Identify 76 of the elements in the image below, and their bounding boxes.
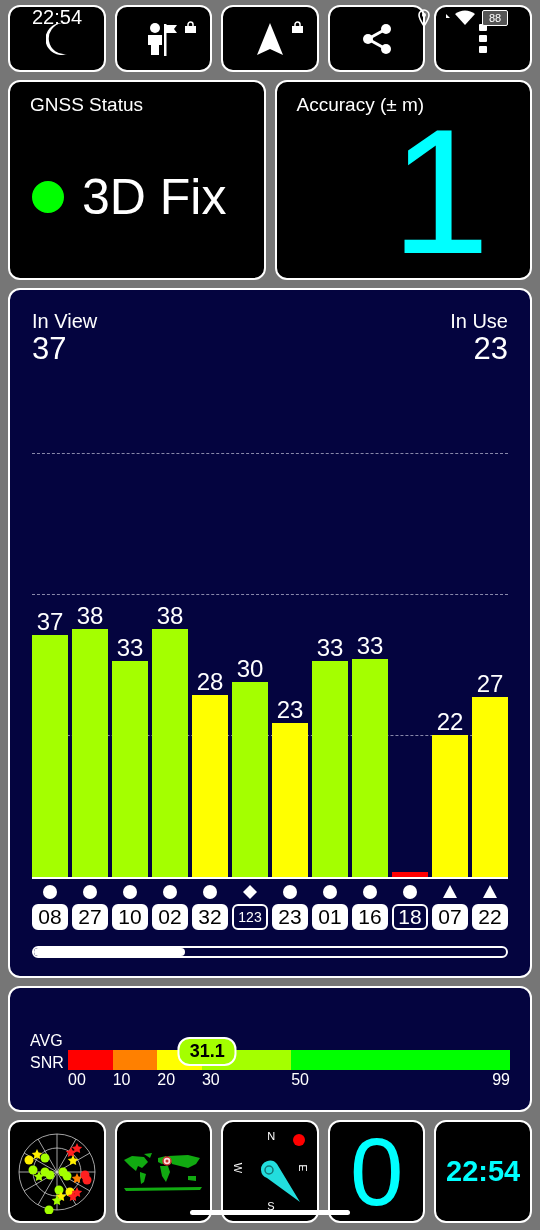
satellite-number: 123 — [232, 904, 268, 930]
bar-value: 38 — [76, 603, 104, 629]
snr-label: SNR — [30, 1053, 64, 1073]
satellite-number: 22 — [472, 904, 508, 930]
share-icon — [360, 22, 393, 55]
scale-tick: 50 — [291, 1070, 309, 1090]
triangle-icon — [443, 885, 457, 898]
fix-status: 3D Fix — [82, 168, 227, 226]
bar-value: 38 — [156, 603, 184, 629]
scale-tick: 20 — [157, 1070, 176, 1090]
toolbar-button[interactable] — [221, 5, 319, 72]
satellite-number: 02 — [152, 904, 188, 930]
counter-tile[interactable]: 0 — [327, 1120, 426, 1223]
satellite-number: 23 — [272, 904, 308, 930]
marker-dot-icon — [293, 1134, 306, 1146]
wifi-icon — [446, 10, 476, 26]
scale-tick: 30 — [201, 1070, 220, 1090]
location-pin-icon — [418, 9, 430, 27]
toolbar-button[interactable] — [8, 5, 106, 72]
in-view-count: 37 — [32, 332, 67, 366]
satellite-number: 18 — [392, 904, 428, 930]
bar-value: 33 — [356, 633, 384, 659]
toolbar-button[interactable] — [327, 5, 426, 72]
bar-value: 37 — [36, 609, 64, 635]
avg-label: AVG — [30, 1031, 64, 1051]
bar-value: 30 — [236, 656, 264, 682]
world-map-button[interactable] — [114, 1120, 213, 1223]
satellite-number: 32 — [192, 904, 228, 930]
compass-direction: N — [267, 1130, 276, 1142]
satellite-number: 16 — [352, 904, 388, 930]
circle-icon — [363, 885, 377, 899]
circle-icon — [403, 885, 417, 899]
satellite-number: 01 — [312, 904, 348, 930]
card-title: Accuracy (± m) — [296, 94, 425, 116]
scroll-bar[interactable] — [32, 946, 508, 958]
bar-value: 28 — [196, 669, 224, 695]
triangle-icon — [483, 885, 497, 898]
bar-value: 22 — [436, 709, 464, 735]
card-title: GNSS Status — [30, 94, 143, 116]
toolbar-button[interactable] — [114, 5, 213, 72]
compass-direction: E — [296, 1164, 309, 1172]
compass-button[interactable]: N E S W — [221, 1120, 319, 1223]
scale-tick: 99 — [492, 1070, 510, 1090]
navigation-arrow-icon — [256, 21, 284, 56]
battery-level: 88 — [488, 12, 502, 24]
bar-value: 23 — [276, 697, 304, 723]
bar-value: 33 — [116, 635, 144, 661]
scale-tick: 00 — [68, 1070, 86, 1090]
circle-icon — [203, 885, 217, 899]
scale-tick: 10 — [112, 1070, 131, 1090]
clock-time: 22:54 — [446, 1155, 521, 1188]
satellite-number: 27 — [72, 904, 108, 930]
circle-icon — [323, 885, 337, 899]
in-use-label: In Use — [450, 310, 508, 332]
circle-icon — [283, 885, 297, 899]
status-time: 22:54 — [32, 6, 83, 29]
satellite-number: 08 — [32, 904, 68, 930]
compass-direction: S — [267, 1200, 275, 1212]
toolbar-button[interactable] — [434, 5, 532, 72]
circle-icon — [83, 885, 97, 899]
circle-icon — [163, 885, 177, 899]
bar-value: 27 — [476, 671, 504, 697]
diamond-icon — [243, 885, 257, 899]
counter-value: 0 — [349, 1123, 404, 1220]
circle-icon — [123, 885, 137, 899]
in-view-label: In View — [32, 310, 98, 332]
satellite-number: 07 — [432, 904, 468, 930]
person-flag-icon — [147, 21, 180, 56]
bar-value: 33 — [316, 635, 344, 661]
clock-tile[interactable]: 22:54 — [434, 1120, 532, 1223]
average-marker: 31.1 — [177, 1037, 237, 1066]
sky-plot-button[interactable] — [8, 1120, 106, 1223]
circle-icon — [43, 885, 57, 899]
compass-direction: W — [232, 1162, 245, 1174]
in-use-count: 23 — [473, 332, 508, 366]
satellite-number: 10 — [112, 904, 148, 930]
